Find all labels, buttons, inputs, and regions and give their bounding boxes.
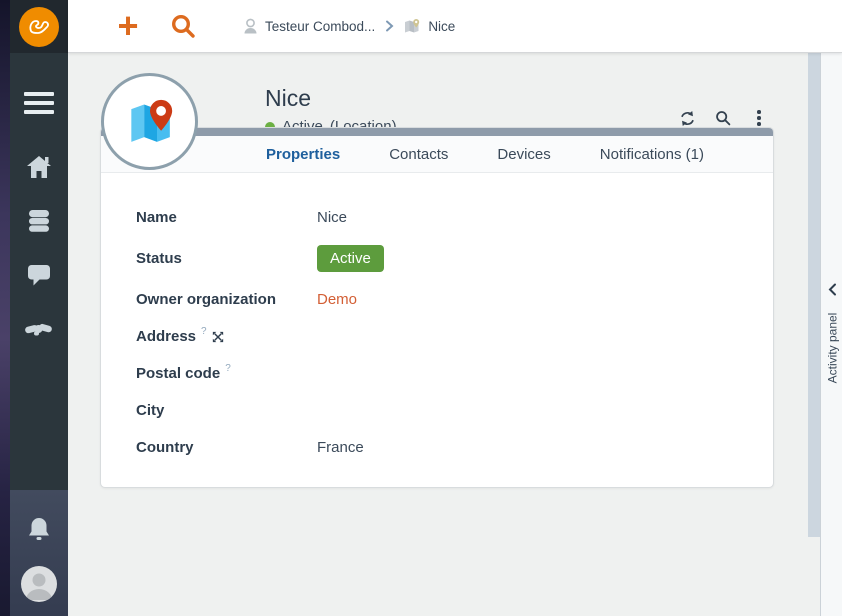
add-button[interactable]: + xyxy=(112,10,144,42)
search-icon[interactable] xyxy=(168,11,198,41)
breadcrumb-label: Testeur Combod... xyxy=(265,19,375,34)
field-row-owner-organization: Owner organization Demo xyxy=(136,281,773,318)
vertical-scrollbar[interactable] xyxy=(808,53,820,537)
owner-organization-link[interactable]: Demo xyxy=(317,291,357,308)
field-row-address: Address ? xyxy=(136,318,773,355)
sidebar-bottom xyxy=(10,490,68,616)
kebab-menu-icon[interactable] xyxy=(748,107,770,129)
field-value: France xyxy=(317,439,364,456)
page-title: Nice xyxy=(265,85,311,112)
hamburger-icon[interactable] xyxy=(10,78,68,128)
handshake-icon[interactable] xyxy=(10,302,68,356)
tab-properties[interactable]: Properties xyxy=(266,146,340,163)
hamburger-bars xyxy=(24,92,54,114)
app-logo[interactable] xyxy=(10,0,68,53)
field-row-status: Status Active xyxy=(136,236,773,281)
location-avatar xyxy=(101,73,198,170)
bell-icon[interactable] xyxy=(26,510,52,548)
tab-contacts[interactable]: Contacts xyxy=(389,146,448,163)
logo-icon xyxy=(19,7,59,47)
database-icon[interactable] xyxy=(10,194,68,248)
chevron-right-icon xyxy=(385,20,394,32)
breadcrumb: Testeur Combod... Nice xyxy=(243,18,455,34)
field-row-name: Name Nice xyxy=(136,199,773,236)
breadcrumb-label: Nice xyxy=(428,19,455,34)
field-label: Name xyxy=(136,209,177,226)
main-content: Nice Active (Location) xyxy=(68,53,842,616)
tab-notifications[interactable]: Notifications (1) xyxy=(600,146,704,163)
top-toolbar: + Testeur Combod... xyxy=(68,0,842,53)
header-actions xyxy=(676,107,770,129)
help-icon[interactable]: ? xyxy=(201,326,207,337)
field-label: Postal code xyxy=(136,365,220,382)
help-icon[interactable]: ? xyxy=(225,363,231,374)
user-avatar[interactable] xyxy=(21,566,57,602)
activity-panel-label: Activity panel xyxy=(821,278,842,418)
search-entity-icon[interactable] xyxy=(712,107,734,129)
expand-icon[interactable] xyxy=(212,331,224,343)
activity-panel-toggle[interactable]: Activity panel xyxy=(820,53,842,616)
refresh-icon[interactable] xyxy=(676,107,698,129)
field-row-postal-code: Postal code ? xyxy=(136,355,773,392)
status-button[interactable]: Active xyxy=(317,245,384,272)
card-top-strip xyxy=(101,128,773,136)
user-icon xyxy=(243,18,258,34)
field-label: Status xyxy=(136,250,182,267)
map-pin-icon xyxy=(404,18,421,34)
field-row-country: Country France xyxy=(136,429,773,466)
background-image-strip xyxy=(0,0,10,616)
tab-devices[interactable]: Devices xyxy=(497,146,550,163)
field-row-city: City xyxy=(136,392,773,429)
sidebar xyxy=(10,0,68,616)
breadcrumb-item-organization[interactable]: Testeur Combod... xyxy=(243,18,375,34)
tab-bar: Properties Contacts Devices Notification… xyxy=(101,136,773,173)
field-label: Country xyxy=(136,439,194,456)
properties-form: Name Nice Status Active Owner organizati… xyxy=(101,173,773,466)
field-label: Owner organization xyxy=(136,291,276,308)
chat-icon[interactable] xyxy=(10,248,68,302)
field-label: City xyxy=(136,402,164,419)
detail-card: Properties Contacts Devices Notification… xyxy=(100,127,774,488)
breadcrumb-item-location[interactable]: Nice xyxy=(404,18,455,34)
field-value: Nice xyxy=(317,209,347,226)
home-icon[interactable] xyxy=(10,140,68,194)
field-label: Address xyxy=(136,328,196,345)
map-avatar-icon xyxy=(121,94,179,150)
